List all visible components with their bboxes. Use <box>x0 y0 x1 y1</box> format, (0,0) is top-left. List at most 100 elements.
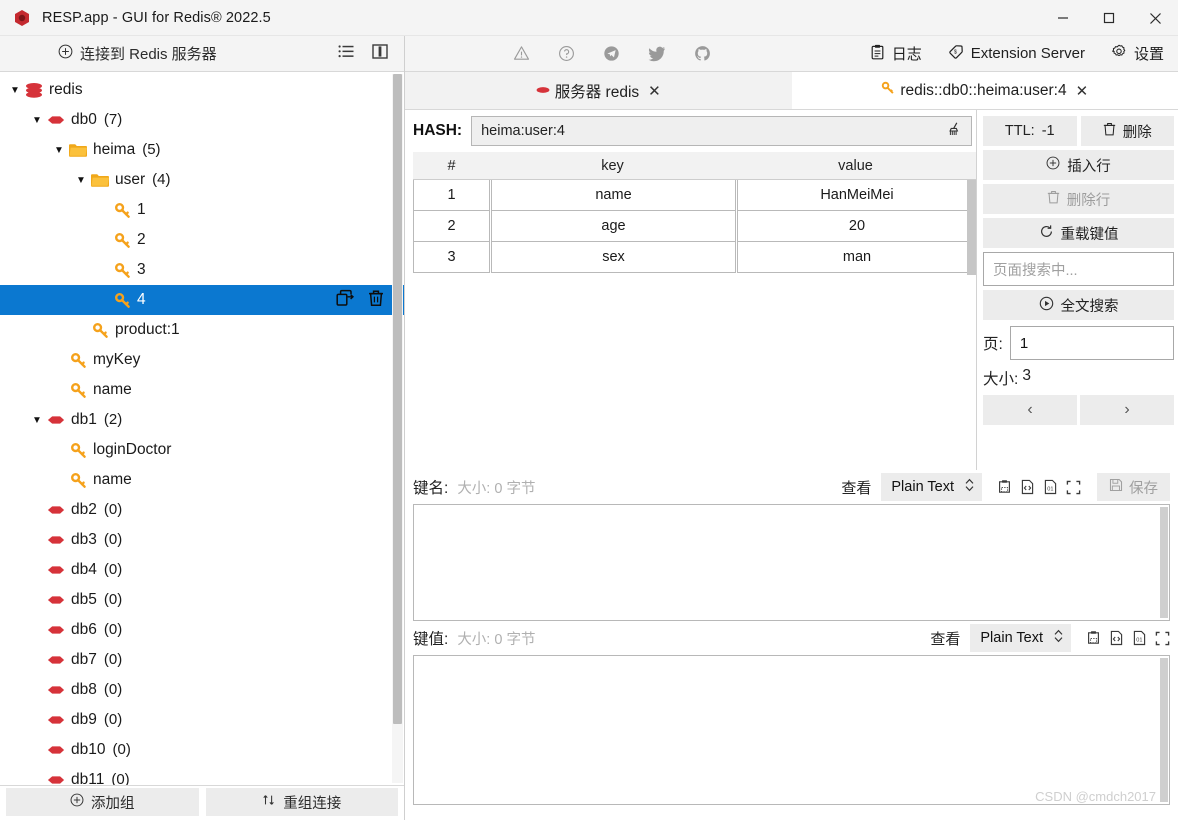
expand-icon[interactable] <box>1066 480 1081 495</box>
tree-item-db8[interactable]: db8 (0) <box>0 675 404 705</box>
grid-cell-value[interactable]: man <box>737 241 976 273</box>
github-icon[interactable] <box>694 45 711 62</box>
warning-triangle-icon[interactable] <box>513 45 530 62</box>
reload-value-button[interactable]: 重载键值 <box>983 218 1174 248</box>
page-input[interactable]: 1 <box>1009 326 1174 360</box>
key-name-textarea[interactable] <box>413 504 1170 621</box>
chevron-down-icon[interactable]: ▼ <box>52 145 66 156</box>
reorder-connections-button[interactable]: 重组连接 <box>205 788 398 816</box>
tree-item-4[interactable]: 4 <box>0 285 404 315</box>
key-name-scrollbar-thumb[interactable] <box>1160 507 1168 618</box>
close-icon[interactable]: ✕ <box>648 82 661 100</box>
tree-item-db11[interactable]: db11 (0) <box>0 765 404 785</box>
grid-cell-key[interactable]: name <box>491 180 736 211</box>
connection-tree[interactable]: ▼ redis ▼ db0 (7) ▼ heima (5) ▼ user (4) 1 2 3 4 produc… <box>0 72 404 785</box>
tree-item-mykey[interactable]: myKey <box>0 345 404 375</box>
tree-item-db2[interactable]: db2 (0) <box>0 495 404 525</box>
page-search-input[interactable]: 页面搜索中... <box>983 252 1174 286</box>
db-icon <box>46 624 66 636</box>
twitter-icon[interactable] <box>648 46 666 62</box>
chevron-down-icon[interactable]: ▼ <box>30 115 44 126</box>
sidebar-scrollbar[interactable] <box>392 74 403 783</box>
extension-server-button[interactable]: $ Extension Server <box>948 44 1085 64</box>
prev-page-button[interactable]: ‹ <box>983 395 1077 425</box>
tree-item-db7[interactable]: db7 (0) <box>0 645 404 675</box>
table-row[interactable]: 1 name HanMeiMei <box>413 180 976 211</box>
paste-icon[interactable] <box>997 479 1012 495</box>
trash-icon[interactable] <box>368 289 384 312</box>
next-page-button[interactable]: › <box>1080 395 1174 425</box>
help-circle-icon[interactable] <box>558 45 575 62</box>
chevron-down-icon[interactable]: ▼ <box>8 85 22 96</box>
grid-cell-value[interactable]: HanMeiMei <box>737 180 976 211</box>
grid-cell-index[interactable]: 2 <box>413 210 490 242</box>
tree-item-name[interactable]: name <box>0 465 404 495</box>
paste-icon[interactable] <box>1086 630 1101 646</box>
key-value-textarea[interactable] <box>413 655 1170 805</box>
tree-item-3[interactable]: 3 <box>0 255 404 285</box>
grid-cell-index[interactable]: 1 <box>413 180 490 211</box>
broom-icon[interactable] <box>947 121 963 141</box>
tree-item-db3[interactable]: db3 (0) <box>0 525 404 555</box>
expand-icon[interactable] <box>1155 631 1170 646</box>
code-icon[interactable] <box>1109 630 1124 646</box>
key-name-input[interactable]: heima:user:4 <box>471 116 972 146</box>
save-label: 保存 <box>1129 480 1158 497</box>
tree-item-1[interactable]: 1 <box>0 195 404 225</box>
key-format-select[interactable]: Plain Text <box>881 473 982 501</box>
key-value-scrollbar-thumb[interactable] <box>1160 658 1168 802</box>
delete-row-button[interactable]: 删除行 <box>983 184 1174 214</box>
sidebar-scrollbar-thumb[interactable] <box>393 74 402 724</box>
tab-key-heima-user-4[interactable]: redis::db0::heima:user:4 ✕ <box>791 72 1178 109</box>
grid-cell-key[interactable]: sex <box>491 241 736 273</box>
table-row[interactable]: 3 sex man <box>413 241 976 273</box>
tree-item-name[interactable]: name <box>0 375 404 405</box>
list-view-icon[interactable] <box>338 44 354 64</box>
tree-item-db5[interactable]: db5 (0) <box>0 585 404 615</box>
ttl-button[interactable]: TTL: -1 <box>983 116 1077 146</box>
fulltext-search-label: 全文搜索 <box>1060 298 1119 315</box>
tree-item-heima[interactable]: ▼ heima (5) <box>0 135 404 165</box>
tree-item-db10[interactable]: db10 (0) <box>0 735 404 765</box>
grid-cell-index[interactable]: 3 <box>413 241 490 273</box>
tree-item-db4[interactable]: db4 (0) <box>0 555 404 585</box>
tree-item-db0[interactable]: ▼ db0 (7) <box>0 105 404 135</box>
grid-cell-key[interactable]: age <box>491 210 736 242</box>
chevron-down-icon[interactable]: ▼ <box>30 415 44 426</box>
tree-item-db9[interactable]: db9 (0) <box>0 705 404 735</box>
log-button[interactable]: 日志 <box>870 43 922 64</box>
table-row[interactable]: 2 age 20 <box>413 210 976 242</box>
delete-key-button[interactable]: 删除 <box>1080 116 1174 146</box>
grid-scrollbar-thumb[interactable] <box>967 180 976 275</box>
minimize-button[interactable] <box>1040 0 1086 36</box>
settings-button[interactable]: 设置 <box>1111 43 1164 64</box>
db-icon <box>46 504 66 516</box>
tree-item-user[interactable]: ▼ user (4) <box>0 165 404 195</box>
maximize-button[interactable] <box>1086 0 1132 36</box>
telegram-icon[interactable] <box>603 45 620 62</box>
split-pane-icon[interactable] <box>372 43 388 64</box>
fulltext-search-button[interactable]: 全文搜索 <box>983 290 1174 320</box>
tree-item-redis[interactable]: ▼ redis <box>0 75 404 105</box>
binary-icon[interactable]: 01 <box>1043 479 1058 495</box>
add-group-button[interactable]: 添加组 <box>6 788 199 816</box>
close-button[interactable] <box>1132 0 1178 36</box>
save-button[interactable]: 保存 <box>1097 473 1170 501</box>
grid-body[interactable]: 1 name HanMeiMei 2 age 20 3 sex man <box>413 180 976 470</box>
value-format-select[interactable]: Plain Text <box>970 624 1071 652</box>
grid-scrollbar[interactable] <box>967 180 976 470</box>
close-icon[interactable]: ✕ <box>1076 82 1089 100</box>
insert-row-button[interactable]: 插入行 <box>983 150 1174 180</box>
grid-cell-value[interactable]: 20 <box>737 210 976 242</box>
tab-server-redis[interactable]: 服务器 redis ✕ <box>405 72 792 109</box>
tree-item-product-1[interactable]: product:1 <box>0 315 404 345</box>
duplicate-icon[interactable] <box>336 289 355 312</box>
tree-item-db6[interactable]: db6 (0) <box>0 615 404 645</box>
connect-to-redis-button[interactable]: 连接到 Redis 服务器 <box>58 43 217 64</box>
chevron-down-icon[interactable]: ▼ <box>74 175 88 186</box>
tree-item-2[interactable]: 2 <box>0 225 404 255</box>
tree-item-db1[interactable]: ▼ db1 (2) <box>0 405 404 435</box>
binary-icon[interactable]: 01 <box>1132 630 1147 646</box>
code-icon[interactable] <box>1020 479 1035 495</box>
tree-item-logindoctor[interactable]: loginDoctor <box>0 435 404 465</box>
